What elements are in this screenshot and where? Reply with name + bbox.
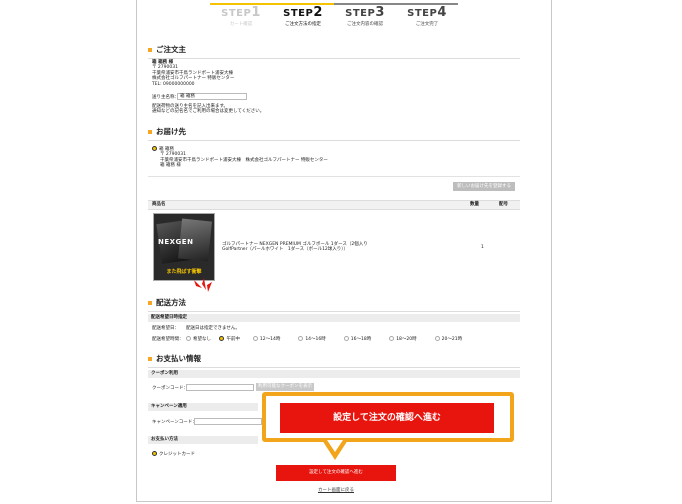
step-1: STEP1 カート確認 <box>210 3 272 27</box>
time-option[interactable]: 20～21時 <box>434 336 475 342</box>
callout-box: 設定して注文の確認へ進む <box>262 392 514 442</box>
step-2: STEP2 ご注文方法の指定 <box>272 3 334 27</box>
step-4: STEP4 ご注文完了 <box>396 3 458 27</box>
time-label: 配送希望時間： <box>152 337 184 342</box>
callout-pointer-icon <box>322 440 348 460</box>
new-address-button[interactable]: 新しいお届け先を登録する <box>453 182 515 191</box>
coupon-list-button[interactable]: 利用可能なクーポンを表示 <box>256 383 314 391</box>
time-options: 希望なし 午前中 12～14時 14～16時 16～18時 18～20時 20～… <box>186 336 516 342</box>
delivery-address-option[interactable]: 箱 箱務 〒 2790031 千葉県浦安市千鳥ランドポート浦安大棟 株式会社ゴル… <box>152 146 482 169</box>
orderer-heading: ご注文主 <box>148 44 520 59</box>
step-3: STEP3 ご注文内容の確認 <box>334 3 396 27</box>
campaign-bar: キャンペーン適用 <box>148 403 258 411</box>
sender-name-input[interactable]: 箱 箱務 <box>177 93 247 100</box>
sender-notes: 配送荷物の送り主名を記入出来ます。 通知などの記名名でご利用の場合は変更してくだ… <box>152 104 265 115</box>
time-option[interactable]: 希望なし <box>186 336 218 342</box>
time-option[interactable]: 16～18時 <box>343 336 388 342</box>
date-value: 配送日は指定できません。 <box>186 326 240 331</box>
coupon-bar: クーポン利用 <box>148 370 520 378</box>
time-option[interactable]: 18～20時 <box>389 336 433 342</box>
campaign-input[interactable] <box>194 418 262 425</box>
payment-heading: お支払い情報 <box>148 353 520 368</box>
product-table-header: 商品名 数量 配号 <box>148 200 520 210</box>
coupon-input[interactable] <box>186 384 254 391</box>
coupon-label: クーポンコード： <box>152 386 188 391</box>
campaign-label: キャンペーンコード： <box>152 420 197 425</box>
date-label: 配送希望日： <box>152 326 179 331</box>
product-qty: 1 <box>481 245 484 250</box>
sender-label: 送り主名称： <box>152 95 179 100</box>
checkout-steps: STEP1 カート確認 STEP2 ご注文方法の指定 STEP3 ご注文内容の確… <box>210 3 458 35</box>
time-option[interactable]: 12～14時 <box>252 336 297 342</box>
time-option[interactable]: 14～16時 <box>298 336 342 342</box>
method-bar: お支払い方法 <box>148 436 258 444</box>
shipping-date-bar: 配送希望日時指定 <box>148 314 520 322</box>
confirm-order-button[interactable]: 設定して注文の確認へ進む <box>276 465 396 481</box>
delivery-radio[interactable] <box>152 146 157 151</box>
credit-card-option[interactable]: クレジットカード <box>152 451 195 457</box>
product-image: NEXGEN また飛ばす衝撃 <box>153 213 215 281</box>
shipping-heading: 配送方法 <box>148 297 520 312</box>
time-option-selected[interactable]: 午前中 <box>219 336 251 342</box>
product-name: ゴルフパートナー NEXGEN PREMIUM ゴルフボール 1ダース（2個入り… <box>222 242 368 253</box>
back-to-cart-link[interactable]: カート画面に戻る <box>318 488 354 493</box>
divider <box>148 176 520 177</box>
orderer-info: 箱 箱務 様 〒 2790031 千葉県浦安市千鳥ランドポート浦安大棟 株式会社… <box>152 60 235 87</box>
delivery-heading: お届け先 <box>148 126 520 141</box>
callout-confirm-button[interactable]: 設定して注文の確認へ進む <box>280 403 494 433</box>
